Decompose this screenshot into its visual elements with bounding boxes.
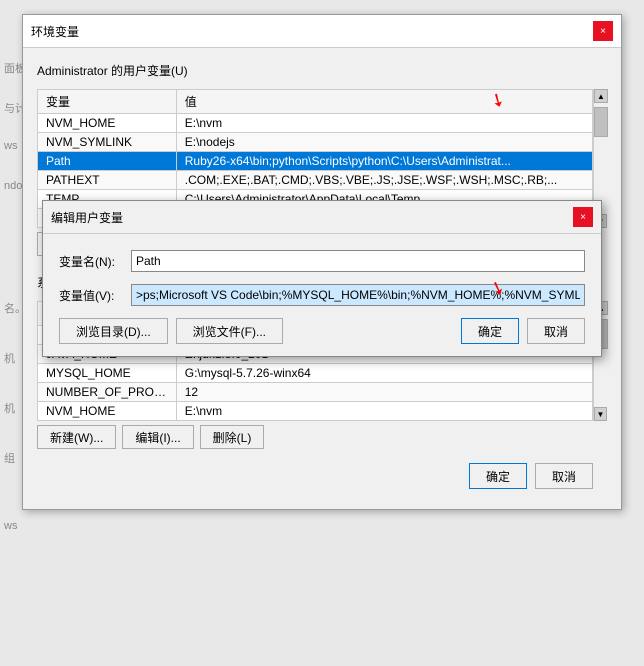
- sys-var-value: 12: [176, 383, 592, 402]
- edit-dialog-button-row: 浏览目录(D)... 浏览文件(F)... 确定 取消: [59, 318, 585, 344]
- bg-label-3: ws: [4, 140, 17, 152]
- sys-var-name: NVM_HOME: [38, 402, 177, 421]
- sys-var-row[interactable]: MYSQL_HOME G:\mysql-5.7.26-winx64: [38, 364, 593, 383]
- browse-file-button[interactable]: 浏览文件(F)...: [176, 318, 283, 344]
- user-var-row[interactable]: PATHEXT .COM;.EXE;.BAT;.CMD;.VBS;.VBE;.J…: [38, 171, 593, 190]
- bg-label-6: 机: [4, 350, 15, 366]
- sys-delete-button[interactable]: 删除(L): [200, 425, 265, 449]
- user-var-name: PATHEXT: [38, 171, 177, 190]
- user-vars-scroll-thumb[interactable]: [594, 107, 608, 137]
- sys-var-value: G:\mysql-5.7.26-winx64: [176, 364, 592, 383]
- env-dialog-close-button[interactable]: ×: [593, 21, 613, 41]
- var-name-row: 变量名(N):: [59, 250, 585, 272]
- sys-new-button[interactable]: 新建(W)...: [37, 425, 116, 449]
- var-name-label: 变量名(N):: [59, 253, 131, 270]
- edit-dialog-titlebar: 编辑用户变量 ×: [43, 201, 601, 234]
- user-var-row[interactable]: Path Ruby26-x64\bin;python\Scripts\pytho…: [38, 152, 593, 171]
- sys-var-value: E:\nvm: [176, 402, 592, 421]
- user-section-title: Administrator 的用户变量(U): [37, 58, 607, 83]
- var-value-row: 变量值(V):: [59, 284, 585, 306]
- edit-cancel-button[interactable]: 取消: [527, 318, 585, 344]
- edit-dialog-body: 变量名(N): 变量值(V): 浏览目录(D)... 浏览文件(F)... 确定…: [43, 234, 601, 356]
- user-var-value: E:\nodejs: [176, 133, 592, 152]
- sys-var-name: NUMBER_OF_PROCESSORS: [38, 383, 177, 402]
- env-cancel-button[interactable]: 取消: [535, 463, 593, 489]
- user-var-name: NVM_SYMLINK: [38, 133, 177, 152]
- browse-dir-button[interactable]: 浏览目录(D)...: [59, 318, 168, 344]
- sys-var-row[interactable]: NVM_HOME E:\nvm: [38, 402, 593, 421]
- var-name-input[interactable]: [131, 250, 585, 272]
- bg-label-8: 组: [4, 450, 15, 466]
- user-vars-scroll-up[interactable]: ▲: [594, 89, 608, 103]
- bg-label-9: ws: [4, 520, 17, 532]
- user-var-value: E:\nvm: [176, 114, 592, 133]
- sys-section-btns: 新建(W)... 编辑(I)... 删除(L): [37, 421, 607, 455]
- sys-var-name: MYSQL_HOME: [38, 364, 177, 383]
- user-var-value: Ruby26-x64\bin;python\Scripts\python\C:\…: [176, 152, 592, 171]
- sys-var-row[interactable]: NUMBER_OF_PROCESSORS 12: [38, 383, 593, 402]
- var-value-label: 变量值(V):: [59, 287, 131, 304]
- user-var-row[interactable]: NVM_HOME E:\nvm: [38, 114, 593, 133]
- sys-edit-button[interactable]: 编辑(I)...: [122, 425, 193, 449]
- user-var-name: Path: [38, 152, 177, 171]
- edit-dialog-close-button[interactable]: ×: [573, 207, 593, 227]
- user-var-value: .COM;.EXE;.BAT;.CMD;.VBS;.VBE;.JS;.JSE;.…: [176, 171, 592, 190]
- sys-vars-scroll-down[interactable]: ▼: [594, 407, 607, 421]
- env-dialog-titlebar: 环境变量 ×: [23, 15, 621, 48]
- edit-ok-button[interactable]: 确定: [461, 318, 519, 344]
- env-dialog-bottom-buttons: 确定 取消: [37, 455, 607, 499]
- user-vars-col-value: 值: [176, 90, 592, 114]
- bg-label-4: ndo: [4, 180, 22, 192]
- edit-dialog-title: 编辑用户变量: [51, 209, 123, 226]
- env-ok-button[interactable]: 确定: [469, 463, 527, 489]
- user-var-row[interactable]: NVM_SYMLINK E:\nodejs: [38, 133, 593, 152]
- var-value-input[interactable]: [131, 284, 585, 306]
- user-var-name: NVM_HOME: [38, 114, 177, 133]
- env-dialog-title: 环境变量: [31, 23, 79, 40]
- bg-label-7: 机: [4, 400, 15, 416]
- edit-dialog: 编辑用户变量 × 变量名(N): 变量值(V): 浏览目录(D)... 浏览文件…: [42, 200, 602, 357]
- user-vars-col-name: 变量: [38, 90, 177, 114]
